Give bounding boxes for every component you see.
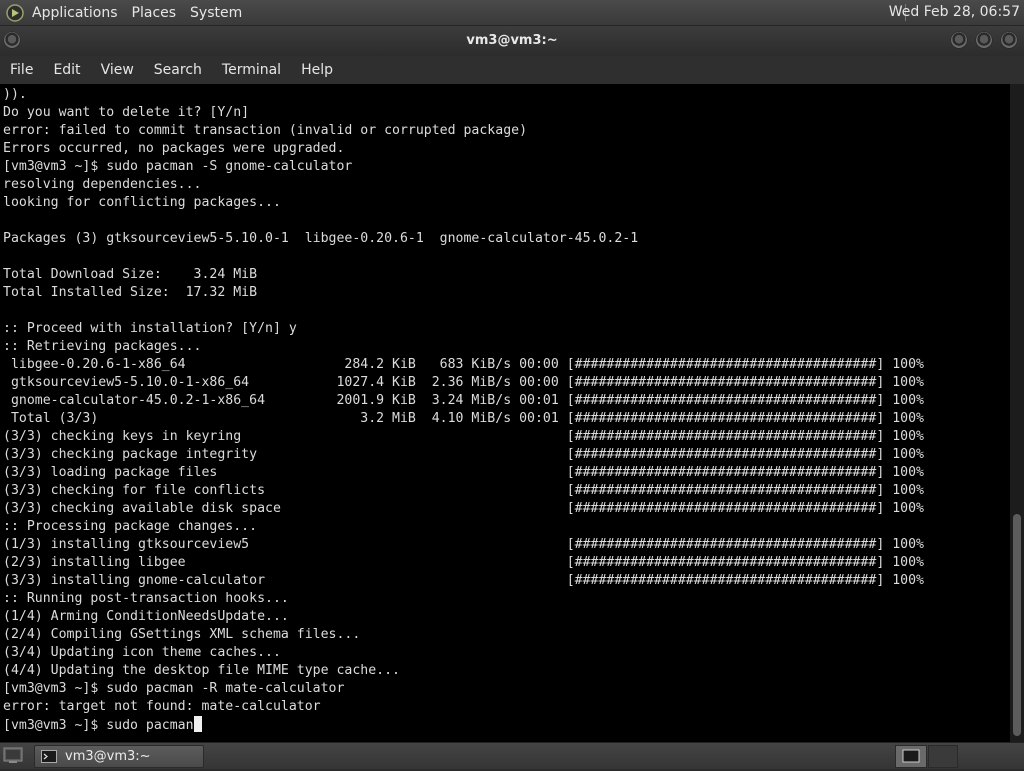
close-button-icon[interactable] [1001,32,1017,48]
applications-logo-icon[interactable] [6,3,24,22]
terminal-line: Total (3/3) 3.2 MiB 4.10 MiB/s 00:01 [##… [3,411,924,426]
terminal-line: :: Proceed with installation? [Y/n] y [3,321,297,336]
terminal-line: Do you want to delete it? [Y/n] [3,105,250,120]
terminal-line: error: target not found: mate-calculator [3,699,321,714]
terminal-line: Packages (3) gtksourceview5-5.10.0-1 lib… [3,231,639,246]
panel-menu-places[interactable]: Places [132,5,177,21]
terminal-line: [vm3@vm3 ~]$ sudo pacman -R mate-calcula… [3,681,345,696]
terminal-cursor [193,716,202,732]
terminal-line: (3/3) checking for file conflicts [#####… [3,483,924,498]
show-desktop-icon[interactable] [3,747,23,764]
terminal-line: looking for conflicting packages... [3,195,281,210]
panel-clock[interactable]: Wed Feb 28, 06:57 [889,0,1020,25]
menu-view[interactable]: View [91,62,144,78]
workspace-1[interactable] [895,745,927,768]
terminal-line: (2/4) Compiling GSettings XML schema fil… [3,627,361,642]
top-panel: Applications Places System Wed Feb 28, 0… [0,0,1024,26]
terminal-line: Total Download Size: 3.24 MiB [3,267,258,282]
workspace-terminal-icon [902,749,920,763]
terminal-line: (2/3) installing libgee [###############… [3,555,924,570]
minimize-button-icon[interactable] [951,32,967,48]
window-title: vm3@vm3:~ [466,33,558,48]
workspace-2[interactable] [928,745,958,768]
terminal-line: (3/3) checking keys in keyring [########… [3,429,924,444]
terminal-line: resolving dependencies... [3,177,202,192]
terminal-line: error: failed to commit transaction (inv… [3,123,528,138]
terminal-line: (3/3) loading package files [###########… [3,465,924,480]
terminal-line: (4/4) Updating the desktop file MIME typ… [3,663,400,678]
terminal-line: (3/3) checking available disk space [###… [3,501,924,516]
bottom-panel: vm3@vm3:~ [0,742,1024,769]
panel-menu-bar: Applications Places System [6,0,256,25]
taskbar-item-terminal[interactable]: vm3@vm3:~ [34,745,204,768]
terminal-line: Total Installed Size: 17.32 MiB [3,285,258,300]
terminal-line: (3/4) Updating icon theme caches... [3,645,281,660]
panel-menu-applications[interactable]: Applications [32,5,118,21]
menu-search[interactable]: Search [144,62,212,78]
menu-file[interactable]: File [0,62,43,78]
menu-edit[interactable]: Edit [43,62,90,78]
terminal-line: :: Processing package changes... [3,519,258,534]
terminal-line: (3/3) checking package integrity [######… [3,447,924,462]
maximize-button-icon[interactable] [976,32,992,48]
window-titlebar[interactable]: vm3@vm3:~ [0,26,1024,56]
scrollbar-thumb[interactable] [1013,514,1021,736]
panel-menu-system[interactable]: System [190,5,242,21]
taskbar-item-label: vm3@vm3:~ [65,749,151,764]
terminal-line: :: Retrieving packages... [3,339,202,354]
terminal-line: gtksourceview5-5.10.0-1-x86_64 1027.4 Ki… [3,375,924,390]
terminal-line: [vm3@vm3 ~]$ sudo pacman [3,716,1010,734]
terminal-line: (3/3) installing gnome-calculator [#####… [3,573,924,588]
terminal-line: [vm3@vm3 ~]$ sudo pacman -S gnome-calcul… [3,159,353,174]
terminal-line: libgee-0.20.6-1-x86_64 284.2 KiB 683 KiB… [3,357,924,372]
menu-help[interactable]: Help [291,62,343,78]
terminal-menubar: File Edit View Search Terminal Help [0,56,1024,84]
terminal-line: gnome-calculator-45.0.2-1-x86_64 2001.9 … [3,393,924,408]
terminal-line: (1/3) installing gtksourceview5 [#######… [3,537,924,552]
terminal-icon [41,750,57,763]
terminal-line: )). [3,87,27,102]
terminal-line: Errors occurred, no packages were upgrad… [3,141,345,156]
terminal-line: (1/4) Arming ConditionNeedsUpdate... [3,609,289,624]
terminal-view[interactable]: )). Do you want to delete it? [Y/n] error:… [0,84,1010,742]
terminal-line: :: Running post-transaction hooks... [3,591,289,606]
terminal-output: )). Do you want to delete it? [Y/n] error:… [0,84,1010,734]
terminal-scrollbar[interactable] [1010,84,1024,742]
menu-terminal[interactable]: Terminal [212,62,291,78]
